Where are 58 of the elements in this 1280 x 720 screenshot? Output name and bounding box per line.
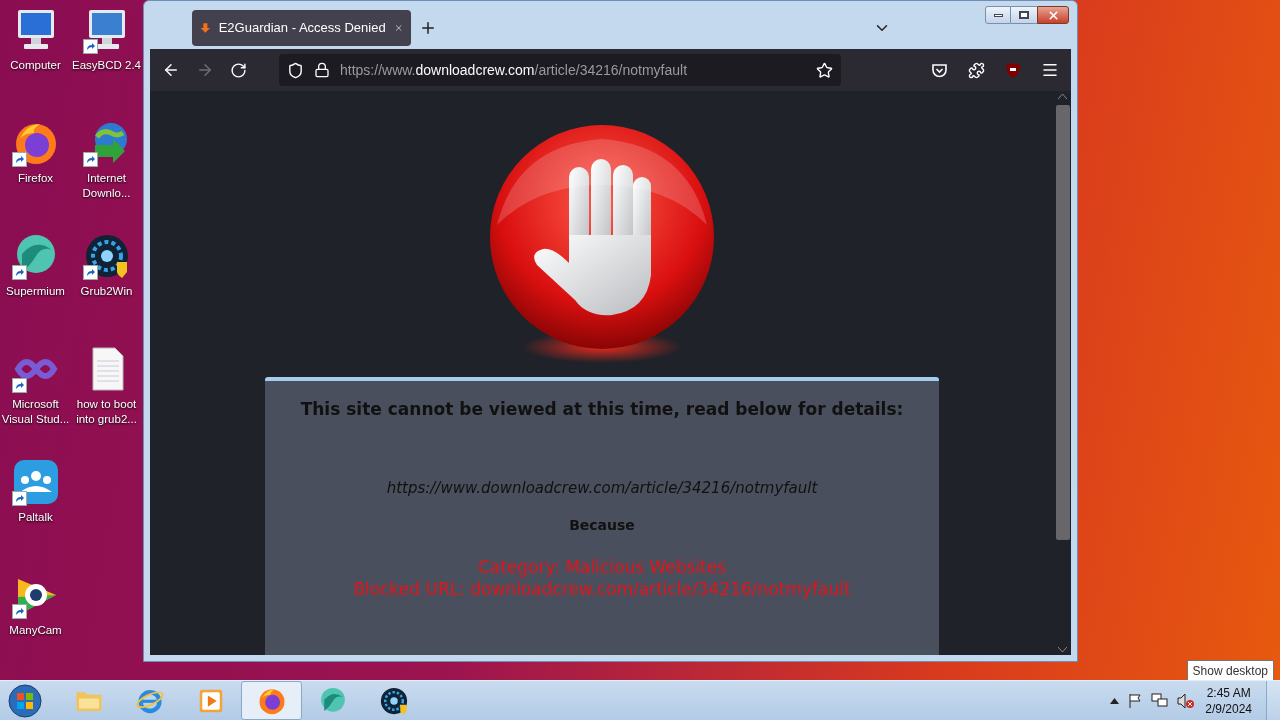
pocket-icon[interactable] xyxy=(931,61,948,79)
url-text: https://www.downloadcrew.com/article/34216/notmyfault xyxy=(340,60,689,80)
close-icon xyxy=(1046,8,1060,22)
flag-icon[interactable] xyxy=(1127,692,1144,709)
shield-icon xyxy=(287,61,304,79)
back-icon[interactable] xyxy=(162,61,180,79)
minimize-button[interactable] xyxy=(985,6,1011,24)
gear-disc-icon xyxy=(378,685,409,716)
reload-icon[interactable] xyxy=(230,61,247,79)
shortcut-label: Firefox xyxy=(16,171,55,186)
address-bar[interactable]: https://www.downloadcrew.com/article/34216/notmyfault xyxy=(279,54,841,86)
speaker-muted-icon[interactable] xyxy=(1177,692,1196,709)
show-hidden-icons-icon[interactable] xyxy=(1110,697,1120,704)
desktop-shortcut[interactable]: how to boot into grub2... xyxy=(71,345,142,458)
block-reason: Blocked URL: downloadcrew.com/article/34216/notmyfault xyxy=(353,578,851,600)
browser-tab[interactable]: E2Guardian - Access Denied xyxy=(192,10,411,46)
shortcut-label: Microsoft Visual Stud... xyxy=(0,397,71,427)
lock-icon xyxy=(314,62,330,78)
maximize-button[interactable] xyxy=(1011,6,1037,24)
tab-title: E2Guardian - Access Denied xyxy=(218,19,386,38)
shield-badge-icon[interactable] xyxy=(1005,61,1021,79)
taskbar-button[interactable] xyxy=(241,681,302,720)
desktop-shortcut[interactable]: Microsoft Visual Stud... xyxy=(0,345,71,458)
because-label: Because xyxy=(569,516,635,535)
desktop-shortcut[interactable]: Grub2Win xyxy=(71,232,142,345)
denied-heading: This site cannot be viewed at this time, read below for details: xyxy=(300,398,904,421)
shortcut-label: Computer xyxy=(9,58,62,73)
menu-icon[interactable] xyxy=(1041,61,1059,79)
scrollbar[interactable] xyxy=(1054,91,1071,655)
desktop-shortcut[interactable]: EasyBCD 2.4 xyxy=(71,6,142,119)
shortcut-label: Supermium xyxy=(5,284,66,299)
shortcut-label: Internet Downlo... xyxy=(81,171,132,201)
desktop-shortcut[interactable]: Computer xyxy=(0,6,71,119)
scroll-up-icon[interactable] xyxy=(1058,93,1067,99)
shortcut-label: Paltalk xyxy=(17,510,54,525)
clock[interactable]: 2:45 AM 2/9/2024 xyxy=(1205,684,1252,717)
down-arrow-icon xyxy=(200,20,211,36)
shortcut-label: Grub2Win xyxy=(79,284,134,299)
shortcut-label: how to boot into grub2... xyxy=(75,397,138,427)
block-reason: Category: Malicious Websites xyxy=(477,556,727,578)
desktop-shortcut[interactable]: ManyCam xyxy=(0,571,71,684)
scroll-down-icon[interactable] xyxy=(1058,647,1067,653)
desktop-shortcut[interactable]: Internet Downlo... xyxy=(71,119,142,232)
shortcut-label: EasyBCD 2.4 xyxy=(71,58,142,73)
start-orb-icon xyxy=(8,683,42,718)
people-chat-icon xyxy=(11,458,60,506)
bookmark-star-icon[interactable] xyxy=(816,61,833,79)
extensions-icon[interactable] xyxy=(968,61,985,79)
close-button[interactable] xyxy=(1037,6,1069,24)
shortcut-label: ManyCam xyxy=(8,623,63,638)
desktop-shortcut[interactable]: Supermium xyxy=(0,232,71,345)
network-icon[interactable] xyxy=(1151,692,1170,709)
stop-hand-icon xyxy=(487,125,717,365)
new-tab-icon[interactable] xyxy=(419,19,437,37)
blocked-address: https://www.downloadcrew.com/article/34216/notmyfault xyxy=(386,477,818,499)
tooltip: Show desktop xyxy=(1186,660,1274,682)
desktop-shortcut[interactable]: Paltalk xyxy=(0,458,71,571)
desktop-shortcut[interactable]: Firefox xyxy=(0,119,71,232)
